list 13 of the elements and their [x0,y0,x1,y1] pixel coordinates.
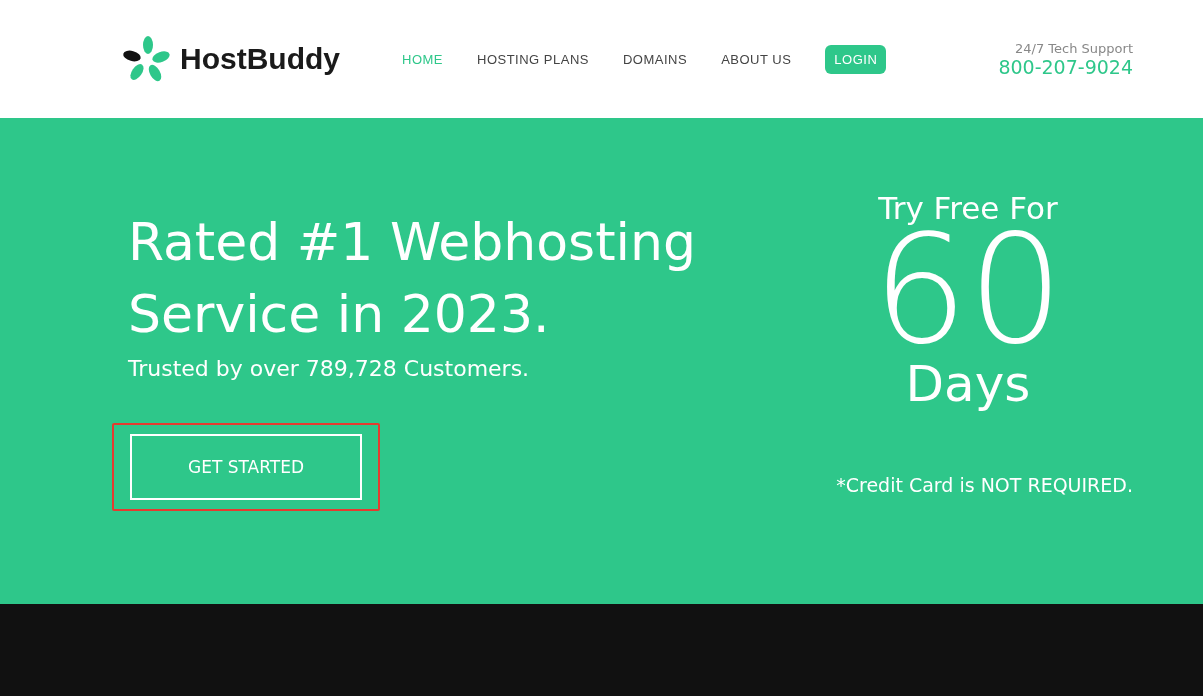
offer-prefix: Try Free For [878,190,1058,226]
nav-link[interactable]: DOMAINS [622,51,688,67]
brand-name[interactable]: HostBuddy [180,42,340,76]
nav-link[interactable]: HOSTING PLANS [477,51,589,67]
hero-subtitle: Trusted by over 789,728 Customers. [128,356,531,381]
offer-note: *Credit Card is NOT REQUIRED. [836,474,1133,496]
hero-title-line: Rated #1 Webhosting [128,211,697,274]
offer-number: 60 [872,226,1064,354]
offer-unit: Days [905,354,1031,414]
hero-title-line: Service in 2023. [128,283,551,346]
nav-link[interactable]: ABOUT US [721,51,792,67]
flower-logo-icon [122,35,170,83]
support-label: 24/7 Tech Support [1015,40,1133,56]
